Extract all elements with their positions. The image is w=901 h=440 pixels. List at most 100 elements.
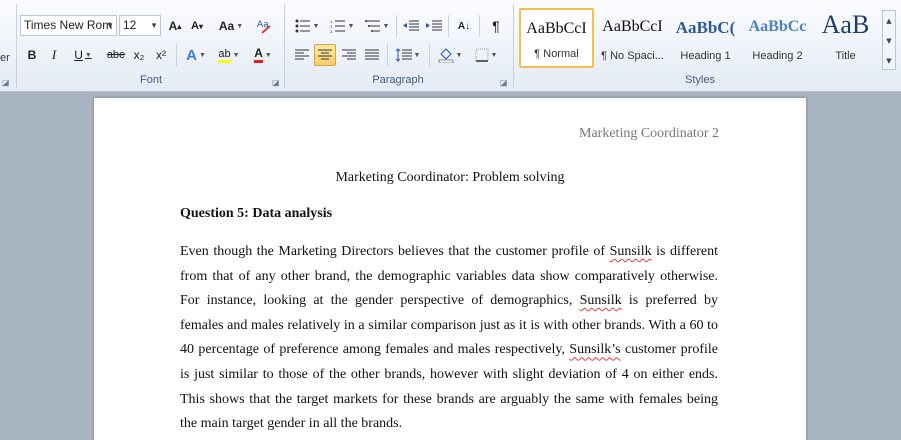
clear-formatting-icon: Aa	[257, 20, 271, 34]
multilevel-list-button[interactable]: ▼	[361, 15, 393, 37]
group-separator	[284, 4, 285, 88]
style-title[interactable]: AaB Title	[808, 8, 883, 68]
chevron-down-icon[interactable]: ▼	[150, 16, 158, 35]
align-left-button[interactable]	[291, 44, 313, 66]
svg-text:3: 3	[330, 29, 333, 33]
superscript-label: x²	[156, 48, 166, 62]
subscript-label: x₂	[133, 48, 145, 62]
grow-font-button[interactable]: A ▴	[165, 15, 185, 37]
group-separator	[513, 4, 514, 88]
style-sample: AaBbC(	[675, 18, 736, 37]
align-right-button[interactable]	[338, 44, 360, 66]
font-group-label: Font	[139, 74, 162, 86]
chevron-down-icon: ▼	[236, 22, 244, 30]
style-heading-1[interactable]: AaBbC( Heading 1	[668, 8, 743, 68]
style-name: Heading 1	[680, 50, 731, 62]
style-name: ¶ Normal	[534, 48, 579, 60]
bullets-icon	[295, 19, 310, 33]
page-header: Marketing Coordinator 2	[579, 126, 719, 141]
ribbon: er ◪ Times New Rom ▼ 12 ▼ A ▴ A ▾ Aa ▼ Aa B…	[0, 0, 901, 92]
chevron-down-icon: ▼	[198, 51, 206, 59]
show-formatting-button[interactable]: ¶	[484, 15, 508, 37]
align-center-icon	[318, 49, 332, 60]
paint-bucket-icon	[438, 48, 454, 63]
chevron-down-icon: ▼	[347, 22, 355, 30]
bold-button[interactable]: B	[22, 44, 42, 66]
sort-button[interactable]: A↓	[452, 15, 476, 37]
highlight-button[interactable]: ab ▼	[213, 44, 245, 66]
font-dialog-launcher-icon[interactable]: ◪	[272, 78, 281, 87]
body-paragraph: Even though the Marketing Directors beli…	[180, 240, 718, 437]
scroll-down-icon[interactable]: ▼	[883, 31, 895, 51]
italic-label: I	[51, 47, 57, 62]
shrink-font-label: A	[191, 20, 199, 32]
text-effects-button[interactable]: A ▼	[181, 44, 211, 66]
group-separator	[448, 15, 449, 37]
line-spacing-icon	[395, 48, 412, 62]
chevron-down-icon: ▼	[232, 51, 240, 59]
document-page[interactable]: Marketing Coordinator 2 Marketing Coordi…	[94, 98, 806, 440]
text-run: Even though the Marketing Directors beli…	[180, 244, 610, 259]
borders-button[interactable]: ▼	[470, 44, 502, 66]
style-name: Title	[835, 50, 856, 62]
chevron-down-icon: ▼	[455, 51, 463, 59]
numbering-button[interactable]: 1 2 3 ▼	[326, 15, 358, 37]
font-color-label: A	[254, 47, 263, 63]
group-separator	[176, 44, 177, 66]
italic-button[interactable]: I	[44, 44, 64, 66]
group-separator	[387, 44, 388, 66]
multilevel-list-icon	[364, 20, 380, 32]
numbering-icon: 123	[330, 19, 345, 33]
increase-indent-icon	[426, 20, 442, 31]
chevron-down-icon[interactable]: ▼	[106, 16, 114, 35]
subscript-button[interactable]: x₂	[129, 44, 149, 66]
chevron-down-icon: ▼	[264, 51, 272, 59]
font-name-value: Times New Rom	[24, 18, 113, 32]
style-heading-2[interactable]: AaBbCc Heading 2	[740, 8, 815, 68]
question-heading: Question 5: Data analysis	[180, 206, 333, 221]
text-effects-label: A	[186, 46, 197, 64]
group-separator	[429, 44, 430, 66]
shading-button[interactable]: ▼	[434, 44, 466, 66]
change-case-label: Aa	[218, 19, 235, 33]
chevron-down-icon: ▼	[382, 22, 390, 30]
align-left-icon	[295, 49, 309, 60]
style-no-spacing[interactable]: AaBbCcI ¶ No Spaci...	[595, 8, 670, 68]
font-name-combo[interactable]: Times New Rom ▼	[20, 15, 117, 36]
paragraph-group-label: Paragraph	[372, 74, 424, 86]
paragraph-dialog-launcher-icon[interactable]: ◪	[500, 78, 509, 87]
decrease-indent-icon	[403, 20, 419, 31]
font-size-combo[interactable]: 12 ▼	[119, 15, 161, 36]
scroll-up-icon[interactable]: ▲	[883, 11, 895, 31]
change-case-button[interactable]: Aa ▼	[216, 15, 246, 37]
underline-button[interactable]: U ▼	[67, 44, 99, 66]
chevron-down-icon: ▼	[413, 51, 421, 59]
shrink-font-button[interactable]: A ▾	[187, 15, 207, 37]
gallery-more-icon[interactable]: ▼	[883, 51, 895, 71]
styles-gallery: AaBbCcI ¶ Normal AaBbCcI ¶ No Spaci... A…	[518, 8, 882, 70]
font-color-button[interactable]: A ▼	[248, 44, 278, 66]
increase-indent-button[interactable]	[423, 15, 445, 37]
strikethrough-button[interactable]: abe	[104, 44, 128, 66]
chevron-down-icon: ▼	[312, 22, 320, 30]
clipboard-dialog-launcher-icon[interactable]: ◪	[2, 78, 10, 87]
underline-label: U	[74, 48, 83, 62]
align-center-button[interactable]	[314, 44, 336, 66]
bullets-button[interactable]: ▼	[291, 15, 323, 37]
group-separator	[16, 4, 17, 88]
borders-icon	[475, 48, 489, 62]
misspelled-word: Sunsilk	[579, 293, 622, 309]
pilcrow-label: ¶	[492, 18, 500, 34]
group-separator	[479, 15, 480, 37]
decrease-indent-button[interactable]	[400, 15, 422, 37]
align-right-icon	[342, 49, 356, 60]
style-normal[interactable]: AaBbCcI ¶ Normal	[519, 8, 594, 68]
sort-label: A↓	[457, 20, 471, 32]
superscript-button[interactable]: x²	[151, 44, 171, 66]
document-title: Marketing Coordinator: Problem solving	[335, 170, 565, 185]
misspelled-word: Sunsilk’s	[569, 342, 621, 358]
clear-formatting-button[interactable]: Aa	[254, 15, 276, 37]
line-spacing-button[interactable]: ▼	[392, 44, 424, 66]
justify-button[interactable]	[361, 44, 383, 66]
strikethrough-label: abe	[106, 49, 126, 61]
